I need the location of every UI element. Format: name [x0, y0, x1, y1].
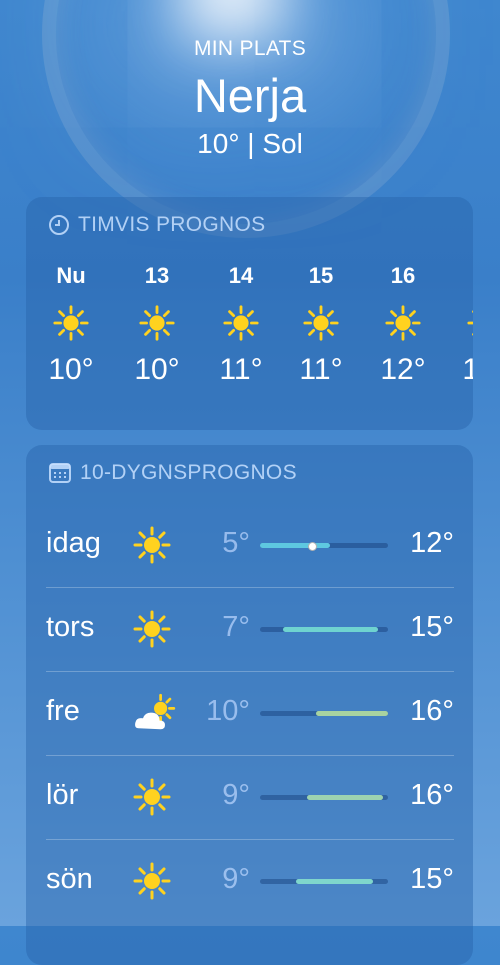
temp-range-bar [260, 795, 388, 800]
temp-range-bar [260, 879, 388, 884]
hour-temp: 11° [219, 353, 263, 386]
day-label: sön [46, 863, 93, 895]
temp-range-fill [295, 879, 373, 884]
location-label: MIN PLATS [194, 37, 306, 60]
high-temp: 15° [410, 611, 454, 643]
high-temp: 16° [410, 695, 454, 727]
hour-label: 13 [144, 263, 170, 288]
sun-icon [286, 293, 356, 353]
sun-icon [122, 293, 192, 353]
hourly-title: TIMVIS PROGNOS [48, 213, 265, 237]
hourly-item: 13 10° [122, 263, 192, 387]
clock-icon [49, 215, 69, 235]
city-name: Nerja [193, 69, 307, 122]
hourly-item: Nu 10° [36, 263, 106, 387]
hourly-item: 15 11° [286, 263, 356, 387]
temp-range-fill [316, 711, 388, 716]
hour-label: 17 [450, 263, 474, 293]
hourly-item: 17 12° [450, 263, 473, 387]
low-temp: 9° [222, 779, 250, 811]
temp-range-fill [307, 795, 383, 800]
sun-icon [132, 525, 172, 565]
hourly-title-text: TIMVIS PROGNOS [78, 213, 266, 236]
sun-icon [206, 293, 276, 353]
hourly-item: 16 12° [368, 263, 438, 387]
daily-title-text: 10-DYGNSPROGNOS [80, 461, 297, 484]
temp-range-bar [260, 542, 388, 551]
partly-cloudy-icon [132, 693, 176, 733]
sun-icon [368, 293, 438, 353]
hour-temp: 10° [48, 353, 94, 386]
hour-temp: 12° [380, 353, 426, 386]
hourly-forecast-card[interactable]: TIMVIS PROGNOS Nu 10° 13 10° 14 11° 15 11° 1… [26, 197, 473, 430]
low-temp: 7° [222, 611, 250, 643]
daily-row[interactable]: sön 9° 15° [46, 839, 454, 923]
sun-icon [132, 609, 172, 649]
low-temp: 9° [222, 863, 250, 895]
calendar-icon [49, 463, 71, 483]
current-conditions: 10° | Sol [197, 128, 303, 159]
hour-label: 16 [390, 263, 416, 288]
temp-range-bar [260, 711, 388, 716]
daily-title: 10-DYGNSPROGNOS [48, 461, 297, 485]
low-temp: 10° [206, 695, 250, 727]
sun-icon [36, 293, 106, 353]
sun-icon [132, 777, 172, 817]
daily-row[interactable]: idag 5° 12° [46, 503, 454, 587]
sun-icon [132, 861, 172, 901]
high-temp: 15° [410, 863, 454, 895]
hour-temp: 10° [134, 353, 180, 386]
hour-temp: 12° [462, 353, 473, 386]
low-temp: 5° [222, 527, 250, 559]
day-label: fre [46, 695, 80, 727]
daily-row[interactable]: fre 10° 16° [46, 671, 454, 755]
daily-row[interactable]: lör 9° 16° [46, 755, 454, 839]
day-label: tors [46, 611, 95, 643]
high-temp: 16° [410, 779, 454, 811]
temp-range-fill [283, 627, 378, 632]
temp-range-fill [260, 543, 331, 548]
daily-forecast-card[interactable]: 10-DYGNSPROGNOS idag 5° 12° tors 7° 15° fr… [26, 445, 473, 965]
sun-icon [450, 293, 473, 353]
hour-label: 14 [228, 263, 254, 288]
high-temp: 12° [410, 527, 454, 559]
hour-label: 15 [308, 263, 334, 288]
hourly-item: 14 11° [206, 263, 276, 387]
hour-label: Nu [56, 263, 86, 288]
day-label: idag [46, 527, 101, 559]
daily-row[interactable]: tors 7° 15° [46, 587, 454, 671]
day-label: lör [46, 779, 79, 811]
current-temp-dot [308, 542, 318, 551]
hour-temp: 11° [299, 353, 343, 386]
temp-range-bar [260, 627, 388, 632]
